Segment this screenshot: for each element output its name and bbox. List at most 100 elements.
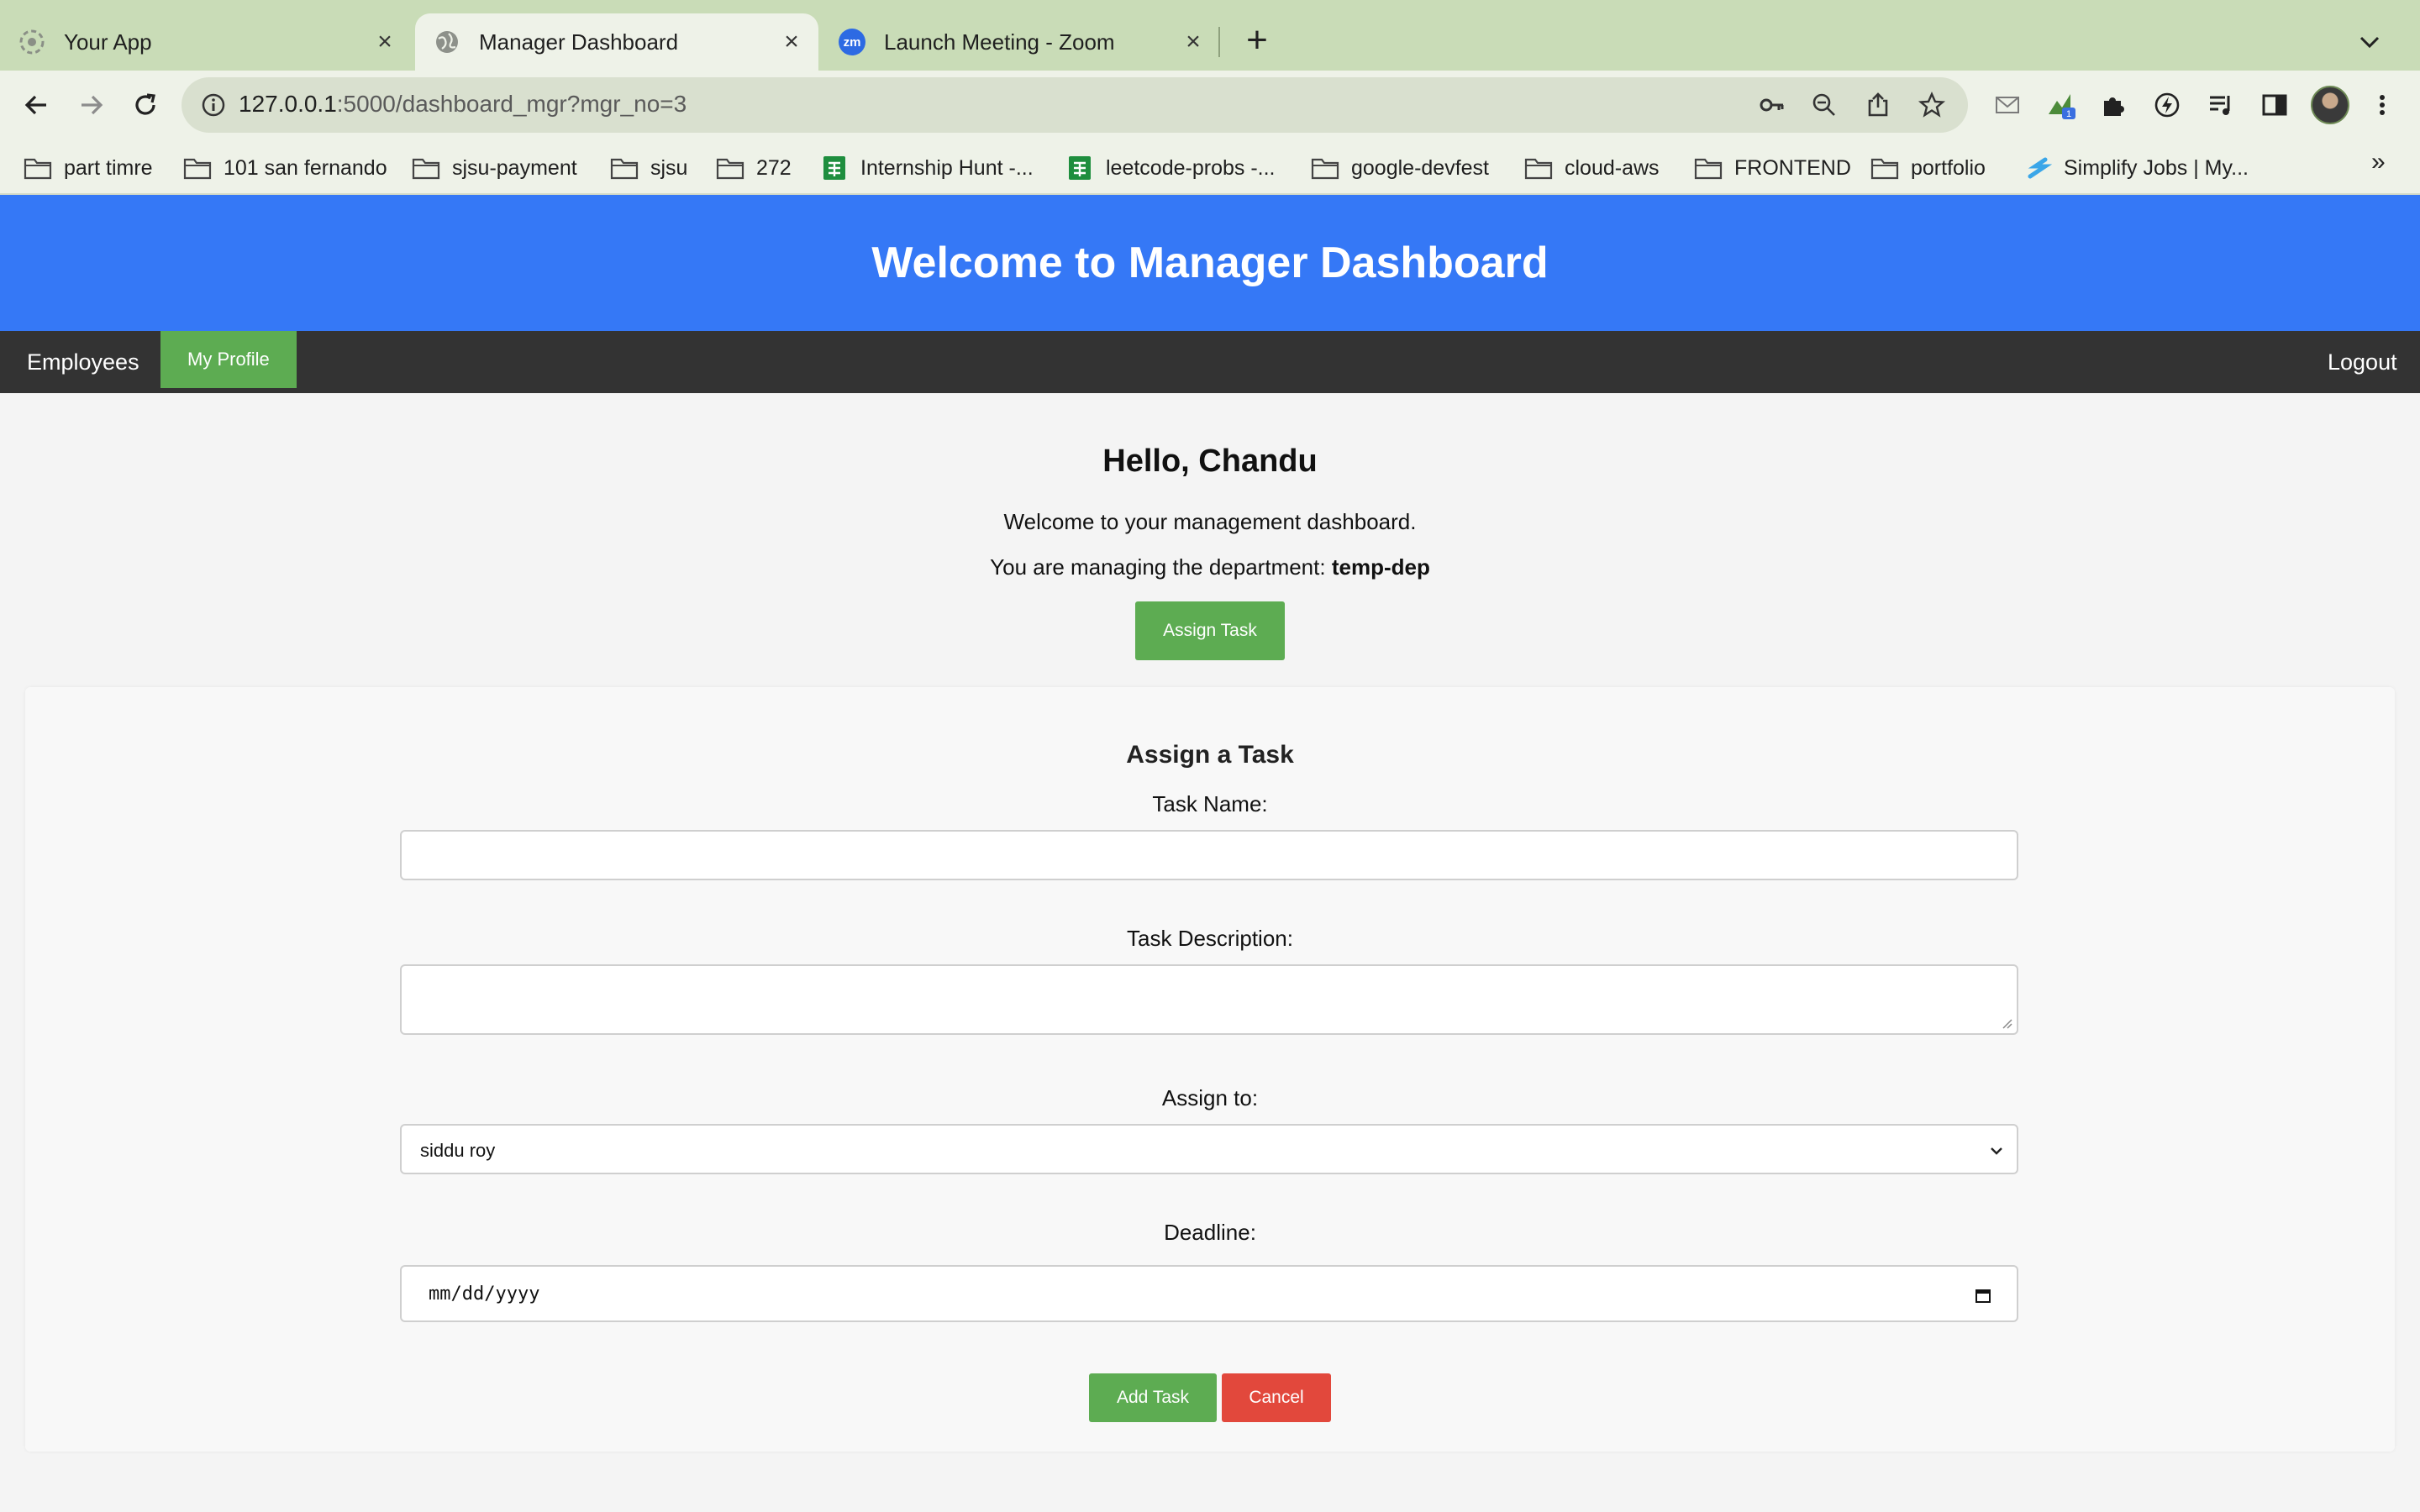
tab-title: Launch Meeting - Zoom: [884, 29, 1115, 55]
bookmark-label: part timre: [64, 155, 153, 180]
deadline-label: Deadline:: [1164, 1220, 1256, 1245]
folder-icon: [24, 156, 52, 180]
mail-extension-icon[interactable]: [1990, 87, 2025, 123]
bookmarks-overflow-button[interactable]: »: [2371, 148, 2386, 176]
tab-title: Manager Dashboard: [479, 29, 679, 55]
deadline-placeholder: mm/dd/yyyy: [429, 1284, 540, 1305]
close-icon[interactable]: ×: [778, 28, 805, 55]
chart-extension-icon[interactable]: 1: [2044, 87, 2079, 123]
bookmark-label: sjsu: [650, 155, 688, 180]
url-text: 127.0.0.1:5000/dashboard_mgr?mgr_no=3: [239, 91, 687, 117]
bookmark-label: portfolio: [1911, 155, 1986, 180]
address-bar[interactable]: 127.0.0.1:5000/dashboard_mgr?mgr_no=3: [182, 77, 1968, 133]
bolt-extension-icon[interactable]: [2149, 87, 2185, 123]
back-icon[interactable]: [17, 86, 55, 124]
bookmark-label: sjsu-payment: [452, 155, 577, 180]
calendar-icon[interactable]: [1975, 1287, 1991, 1304]
loading-spinner-icon: [18, 29, 45, 55]
tab-separator: [1218, 27, 1220, 57]
bookmark-item[interactable]: leetcode-probs -...: [1065, 151, 1276, 185]
bookmark-label: 272: [756, 155, 792, 180]
bookmark-label: Simplify Jobs | My...: [2064, 155, 2249, 180]
folder-icon: [412, 156, 440, 180]
nav-employees-link[interactable]: Employees: [27, 331, 139, 393]
globe-icon: [434, 29, 460, 55]
svg-text:1: 1: [2066, 109, 2071, 119]
folder-icon: [183, 156, 212, 180]
folder-icon: [1694, 156, 1723, 180]
folder-icon: [1524, 156, 1553, 180]
media-queue-icon[interactable]: [2203, 87, 2238, 123]
tab-zoom[interactable]: zm Launch Meeting - Zoom ×: [820, 13, 1220, 71]
tab-strip: Your App × Manager Dashboard × zm Launch…: [0, 0, 2420, 71]
cancel-button[interactable]: Cancel: [1222, 1373, 1331, 1422]
task-name-label: Task Name:: [1152, 791, 1268, 816]
side-panel-icon[interactable]: [2257, 87, 2292, 123]
bookmark-item[interactable]: google-devfest: [1311, 151, 1489, 185]
close-icon[interactable]: ×: [1180, 28, 1207, 55]
assign-task-button[interactable]: Assign Task: [1135, 601, 1285, 660]
bookmark-label: Internship Hunt -...: [860, 155, 1034, 180]
tab-manager-dashboard[interactable]: Manager Dashboard ×: [415, 13, 818, 71]
bookmark-item[interactable]: FRONTEND: [1694, 151, 1851, 185]
bookmark-star-icon[interactable]: [1916, 89, 1948, 121]
department-text: You are managing the department: temp-de…: [0, 554, 2420, 580]
bookmark-item[interactable]: portfolio: [1870, 151, 1986, 185]
task-name-input[interactable]: [400, 830, 2018, 880]
bookmark-item[interactable]: 101 san fernando: [183, 151, 387, 185]
bookmark-label: 101 san fernando: [224, 155, 387, 180]
zoom-out-icon[interactable]: [1808, 89, 1840, 121]
department-prefix: You are managing the department:: [990, 554, 1326, 580]
sheets-icon: [1065, 156, 1094, 180]
close-icon[interactable]: ×: [371, 28, 398, 55]
puzzle-extensions-icon[interactable]: [2096, 87, 2131, 123]
folder-icon: [1311, 156, 1339, 180]
page-title: Welcome to Manager Dashboard: [871, 239, 1549, 287]
kebab-menu-icon[interactable]: [2365, 87, 2400, 123]
bookmark-item[interactable]: sjsu-payment: [412, 151, 577, 185]
add-task-button[interactable]: Add Task: [1089, 1373, 1217, 1422]
new-tab-button[interactable]: +: [1239, 22, 1276, 60]
top-navbar: Employees My Profile Logout: [0, 331, 2420, 393]
bookmark-label: cloud-aws: [1565, 155, 1660, 180]
bookmark-item[interactable]: cloud-aws: [1524, 151, 1660, 185]
bookmark-item[interactable]: Internship Hunt -...: [820, 151, 1034, 185]
forward-icon[interactable]: [72, 86, 111, 124]
simplify-icon: [2023, 156, 2053, 180]
task-description-textarea[interactable]: [400, 964, 2018, 1035]
deadline-date-input[interactable]: mm/dd/yyyy: [400, 1265, 2018, 1322]
assign-to-selected: siddu roy: [420, 1140, 496, 1161]
folder-icon: [1870, 156, 1899, 180]
site-info-icon[interactable]: [200, 92, 227, 118]
department-name: temp-dep: [1331, 554, 1430, 580]
resize-handle-icon[interactable]: [2000, 1016, 2013, 1030]
browser-toolbar: 127.0.0.1:5000/dashboard_mgr?mgr_no=3 1: [0, 71, 2420, 139]
form-title: Assign a Task: [1126, 741, 1294, 769]
share-icon[interactable]: [1862, 89, 1894, 121]
nav-my-profile-link[interactable]: My Profile: [160, 331, 297, 388]
reload-icon[interactable]: [126, 86, 165, 124]
folder-icon: [610, 156, 639, 180]
tab-title: Your App: [64, 29, 152, 55]
chevron-down-icon[interactable]: [2353, 25, 2386, 59]
assign-to-label: Assign to:: [1161, 1085, 1259, 1110]
bookmark-item[interactable]: part timre: [24, 151, 153, 185]
key-icon[interactable]: [1756, 89, 1788, 121]
chevron-down-icon: [1991, 1147, 2002, 1155]
bookmark-label: leetcode-probs -...: [1106, 155, 1276, 180]
page-header: Welcome to Manager Dashboard: [0, 195, 2420, 331]
welcome-text: Welcome to your management dashboard.: [1003, 509, 1417, 534]
bookmark-item[interactable]: Simplify Jobs | My...: [2023, 151, 2249, 185]
bookmark-label: FRONTEND: [1734, 155, 1851, 180]
folder-icon: [716, 156, 744, 180]
assign-to-select[interactable]: siddu roy: [400, 1124, 2018, 1174]
zoom-icon: zm: [839, 29, 865, 55]
profile-avatar[interactable]: [2311, 86, 2349, 124]
nav-logout-link[interactable]: Logout: [2328, 331, 2397, 393]
task-description-label: Task Description:: [1127, 926, 1293, 951]
page-content: Welcome to Manager Dashboard Employees M…: [0, 195, 2420, 1512]
bookmark-item[interactable]: sjsu: [610, 151, 687, 185]
bookmark-label: google-devfest: [1351, 155, 1490, 180]
tab-your-app[interactable]: Your App ×: [0, 13, 412, 71]
bookmark-item[interactable]: 272: [716, 151, 792, 185]
